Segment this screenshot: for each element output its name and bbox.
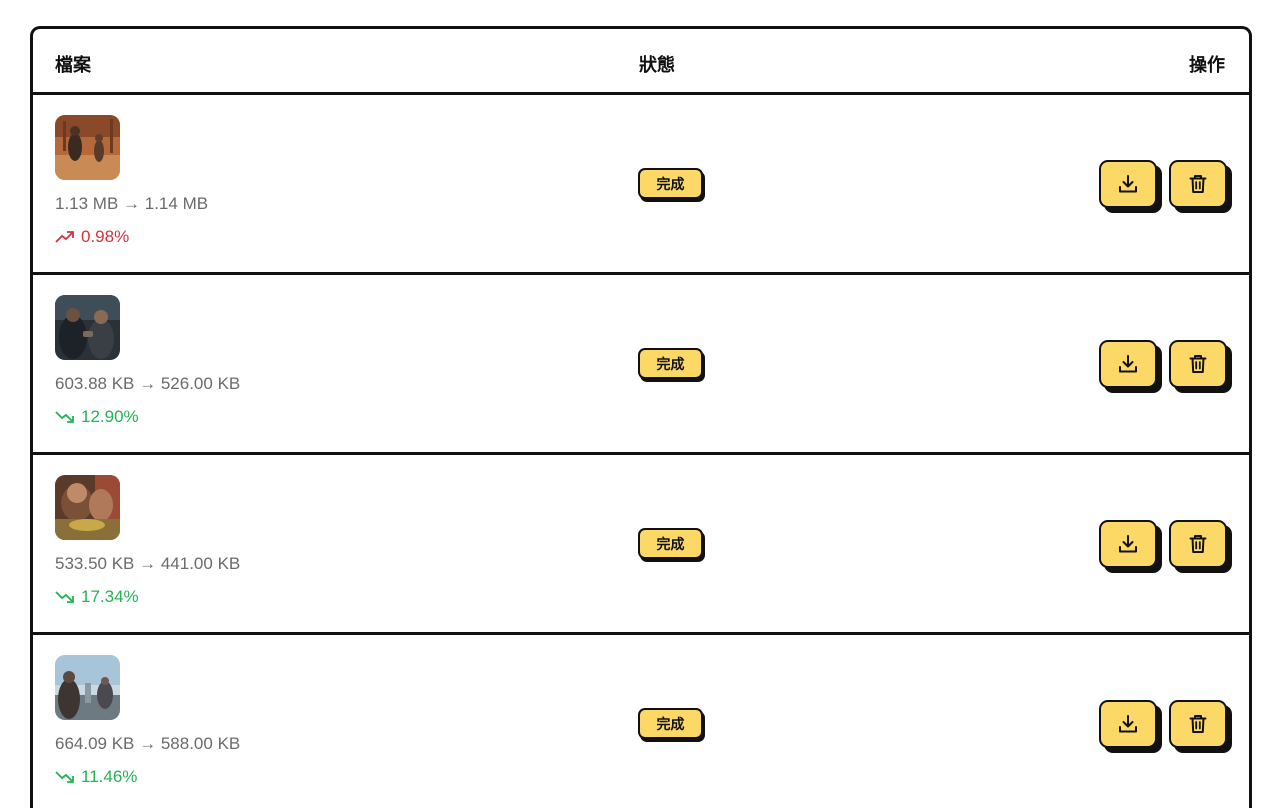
image-thumbnail	[55, 115, 120, 180]
column-header-status: 狀態	[639, 55, 675, 76]
trending-down-icon	[55, 771, 74, 783]
download-icon	[1119, 715, 1137, 733]
table-row: 1.13 MB → 1.14 MB 0.98% 完成	[33, 95, 1249, 275]
trending-down-icon	[55, 591, 74, 603]
download-button[interactable]	[1099, 340, 1157, 388]
delete-button[interactable]	[1169, 520, 1227, 568]
file-size-comparison: 533.50 KB → 441.00 KB	[55, 554, 241, 573]
delete-button[interactable]	[1169, 700, 1227, 748]
image-thumbnail	[55, 475, 120, 540]
size-change: 0.98%	[55, 227, 129, 247]
size-change-percent: 17.34%	[81, 587, 139, 606]
image-thumbnail	[55, 655, 120, 720]
size-change-percent: 12.90%	[81, 407, 139, 426]
trash-icon	[1189, 175, 1207, 193]
delete-button[interactable]	[1169, 340, 1227, 388]
size-change: 11.46%	[55, 767, 137, 787]
table-row: 533.50 KB → 441.00 KB 17.34% 完成	[33, 455, 1249, 635]
trash-icon	[1189, 715, 1207, 733]
size-change-percent: 11.46%	[81, 767, 138, 786]
status-badge: 完成	[638, 528, 703, 559]
file-size-comparison: 1.13 MB → 1.14 MB	[55, 194, 209, 213]
column-header-file: 檔案	[55, 55, 91, 76]
download-icon	[1119, 175, 1137, 193]
files-table: 檔案 狀態 操作 1.13 MB → 1.14 MB 0.98% 完成 603.…	[30, 26, 1252, 808]
download-button[interactable]	[1099, 520, 1157, 568]
file-size-comparison: 664.09 KB → 588.00 KB	[55, 734, 241, 753]
image-thumbnail	[55, 295, 120, 360]
status-badge: 完成	[638, 168, 703, 199]
trash-icon	[1189, 355, 1207, 373]
table-row: 664.09 KB → 588.00 KB 11.46% 完成	[33, 635, 1249, 808]
trending-down-icon	[55, 411, 74, 423]
column-header-actions: 操作	[1189, 55, 1225, 76]
download-icon	[1119, 535, 1137, 553]
status-badge: 完成	[638, 348, 703, 379]
table-header: 檔案 狀態 操作	[33, 29, 1249, 95]
trash-icon	[1189, 535, 1207, 553]
delete-button[interactable]	[1169, 160, 1227, 208]
size-change-percent: 0.98%	[81, 227, 130, 246]
download-icon	[1119, 355, 1137, 373]
table-row: 603.88 KB → 526.00 KB 12.90% 完成	[33, 275, 1249, 455]
download-button[interactable]	[1099, 160, 1157, 208]
size-change: 12.90%	[55, 407, 139, 427]
status-badge: 完成	[638, 708, 703, 739]
trending-up-icon	[55, 231, 74, 243]
size-change: 17.34%	[55, 587, 139, 607]
file-size-comparison: 603.88 KB → 526.00 KB	[55, 374, 241, 393]
download-button[interactable]	[1099, 700, 1157, 748]
